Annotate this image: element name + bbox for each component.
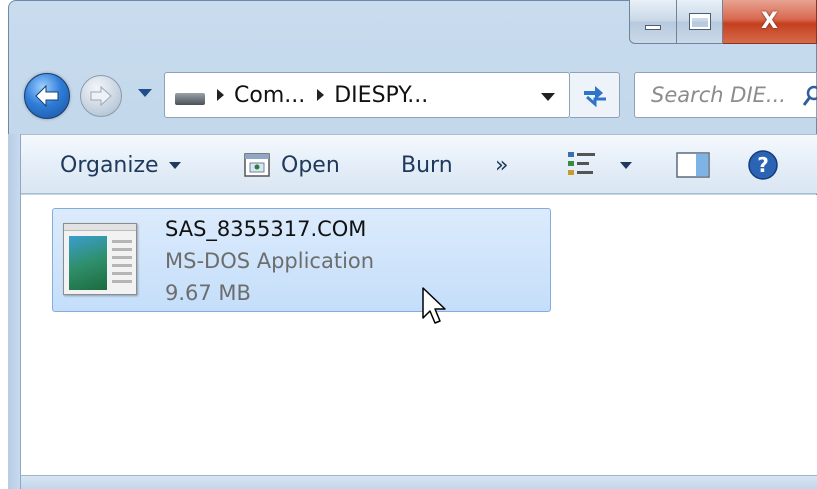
preview-pane-button[interactable] — [676, 135, 710, 195]
minimize-icon — [645, 25, 661, 30]
organize-label: Organize — [60, 152, 159, 178]
maximize-icon — [688, 13, 711, 30]
address-dropdown-icon[interactable] — [541, 93, 555, 101]
more-commands-label: » — [495, 152, 509, 178]
change-view-button[interactable] — [566, 135, 632, 195]
application-icon — [63, 223, 137, 295]
close-icon: X — [761, 9, 778, 34]
refresh-button[interactable] — [570, 72, 620, 118]
burn-label: Burn — [401, 152, 453, 178]
recent-pages-dropdown[interactable] — [138, 89, 152, 97]
caption-buttons: X — [629, 0, 817, 44]
file-size: 9.67 MB — [165, 281, 251, 305]
minimize-button[interactable] — [629, 0, 677, 44]
open-label: Open — [281, 152, 340, 178]
maximize-button[interactable] — [677, 0, 723, 44]
close-button[interactable]: X — [723, 0, 817, 44]
chevron-down-icon — [620, 161, 632, 169]
open-program-icon — [244, 153, 270, 177]
address-bar[interactable]: Com... DIESPY... — [164, 72, 570, 118]
back-button[interactable] — [24, 73, 70, 119]
open-button[interactable]: Open — [243, 135, 340, 195]
svg-text:?: ? — [757, 153, 769, 177]
file-type: MS-DOS Application — [165, 249, 375, 273]
help-icon: ? — [748, 150, 778, 180]
search-input[interactable]: Search DIE... — [651, 83, 786, 107]
mouse-pointer-icon — [422, 287, 446, 324]
file-list-pane[interactable]: SAS_8355317.COM MS-DOS Application 9.67 … — [21, 195, 817, 475]
forward-arrow-icon — [90, 86, 112, 106]
organize-button[interactable]: Organize — [60, 135, 181, 195]
burn-button[interactable]: Burn — [401, 135, 453, 195]
views-icon — [568, 152, 595, 175]
back-arrow-icon — [35, 85, 59, 107]
forward-button[interactable] — [80, 75, 122, 117]
drive-icon — [175, 93, 205, 105]
breadcrumb-folder[interactable]: DIESPY... — [334, 83, 428, 108]
refresh-icon — [583, 86, 606, 107]
more-commands-button[interactable]: » — [495, 135, 508, 195]
chevron-down-icon — [168, 161, 181, 169]
magnifier-icon[interactable] — [802, 85, 817, 107]
preview-pane-icon — [676, 152, 710, 178]
breadcrumb-chevron-icon[interactable] — [317, 89, 325, 101]
navigation-row: Com... DIESPY... Search DIE... — [20, 72, 817, 119]
search-box[interactable]: Search DIE... — [634, 72, 817, 118]
help-button[interactable]: ? — [747, 135, 779, 195]
command-bar: Organize Open Burn » ? — [21, 134, 817, 194]
status-bar — [21, 475, 817, 489]
file-item[interactable]: SAS_8355317.COM MS-DOS Application 9.67 … — [52, 208, 551, 312]
breadcrumb-chevron-icon[interactable] — [217, 89, 224, 101]
file-name: SAS_8355317.COM — [165, 217, 367, 241]
breadcrumb-computer[interactable]: Com... — [234, 83, 305, 108]
window-left-frame — [8, 134, 21, 489]
